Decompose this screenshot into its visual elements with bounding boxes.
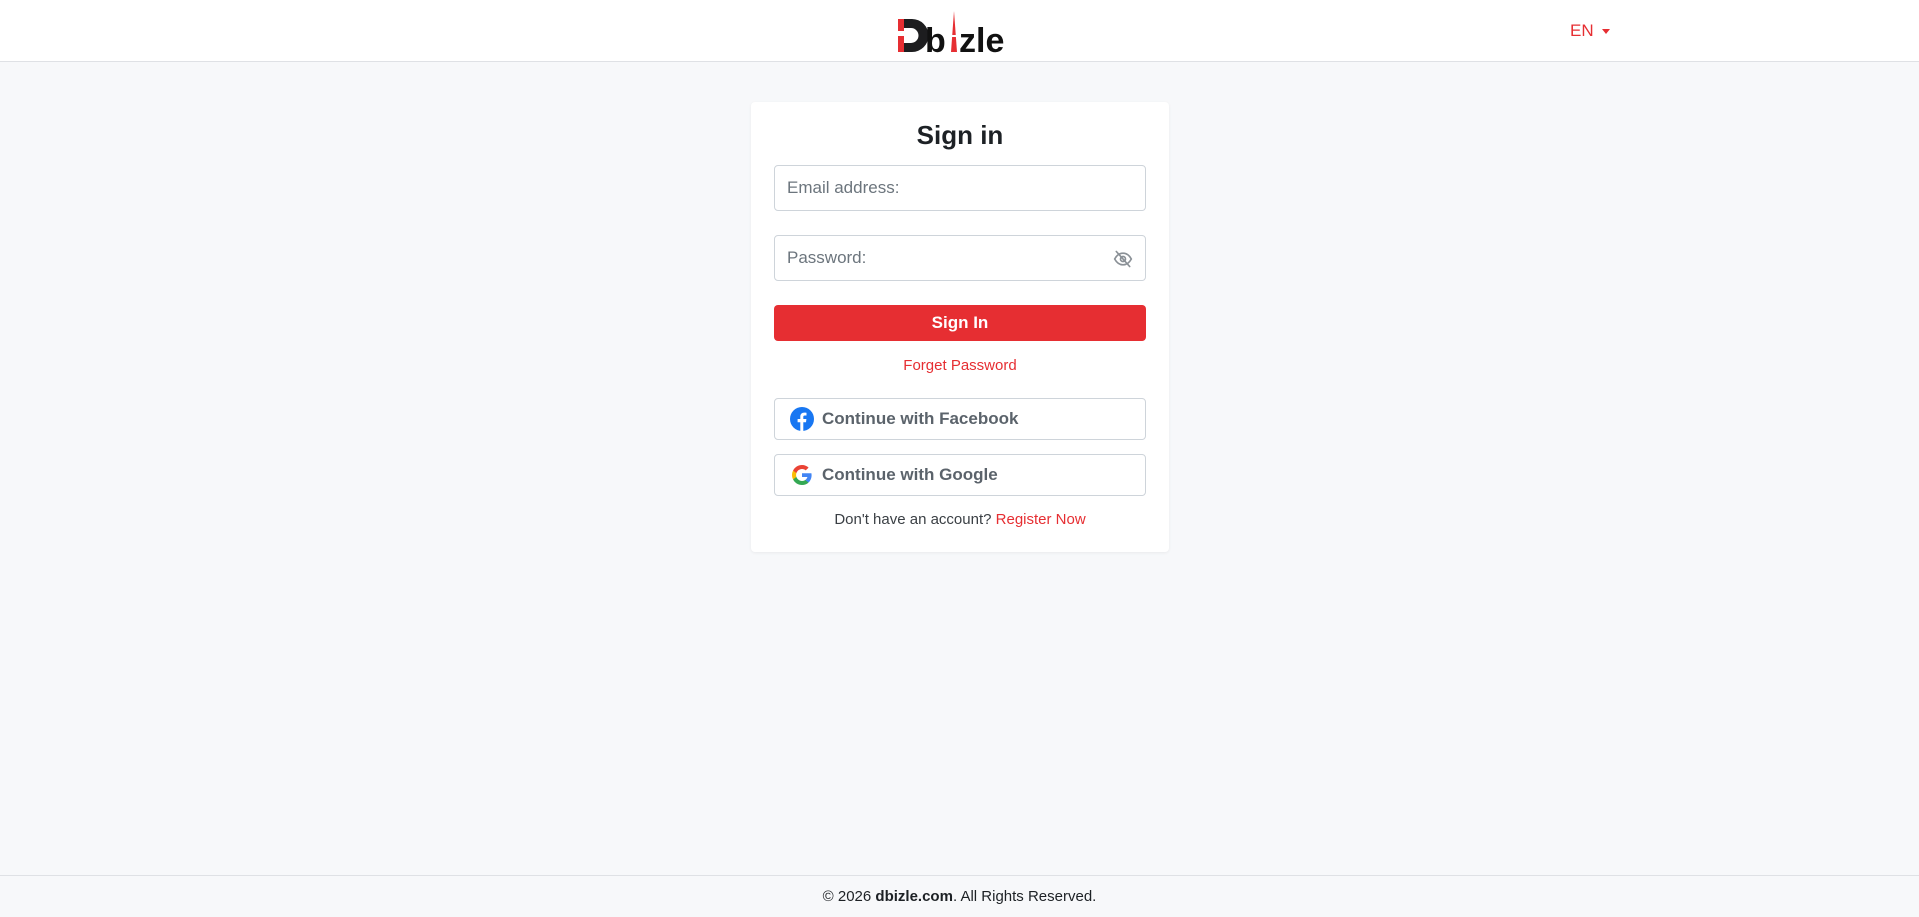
- google-icon: [790, 463, 814, 487]
- footer: © 2026 dbizle.com. All Rights Reserved.: [0, 875, 1919, 917]
- copyright-prefix: © 2026: [822, 888, 872, 905]
- language-dropdown[interactable]: EN: [1570, 20, 1610, 42]
- language-label: EN: [1570, 21, 1594, 40]
- eye-slash-icon[interactable]: [1113, 249, 1133, 269]
- sign-in-button[interactable]: Sign In: [774, 305, 1146, 341]
- email-field[interactable]: [775, 166, 1145, 210]
- google-login-label: Continue with Google: [822, 465, 998, 484]
- svg-text:b: b: [925, 22, 946, 57]
- caret-down-icon: [1601, 28, 1610, 34]
- footer-rights: . All Rights Reserved.: [952, 888, 1097, 905]
- forget-password-link[interactable]: Forget Password: [751, 357, 1169, 374]
- email-field-wrapper: [774, 165, 1146, 211]
- top-navbar: b zle EN: [0, 0, 1919, 62]
- signin-card: Sign in Sign In Forget Password Continue…: [751, 102, 1169, 552]
- page-title: Sign in: [916, 120, 1004, 150]
- svg-text:zle: zle: [959, 22, 1004, 57]
- no-account-text: Don't have an account?: [834, 511, 992, 528]
- register-now-link[interactable]: Register Now: [996, 511, 1086, 528]
- dbizle-logo-graphic: b zle: [898, 11, 1004, 57]
- facebook-icon: [790, 407, 814, 431]
- password-field-wrapper: [774, 235, 1146, 281]
- dbizle-logo[interactable]: b zle: [895, 5, 1020, 57]
- facebook-login-button[interactable]: Continue with Facebook: [774, 398, 1146, 440]
- register-prompt: Don't have an account? Register Now: [751, 511, 1169, 528]
- password-field[interactable]: [775, 236, 1145, 280]
- facebook-login-label: Continue with Facebook: [822, 409, 1019, 428]
- google-login-button[interactable]: Continue with Google: [774, 454, 1146, 496]
- footer-site-name: dbizle.com: [875, 888, 953, 905]
